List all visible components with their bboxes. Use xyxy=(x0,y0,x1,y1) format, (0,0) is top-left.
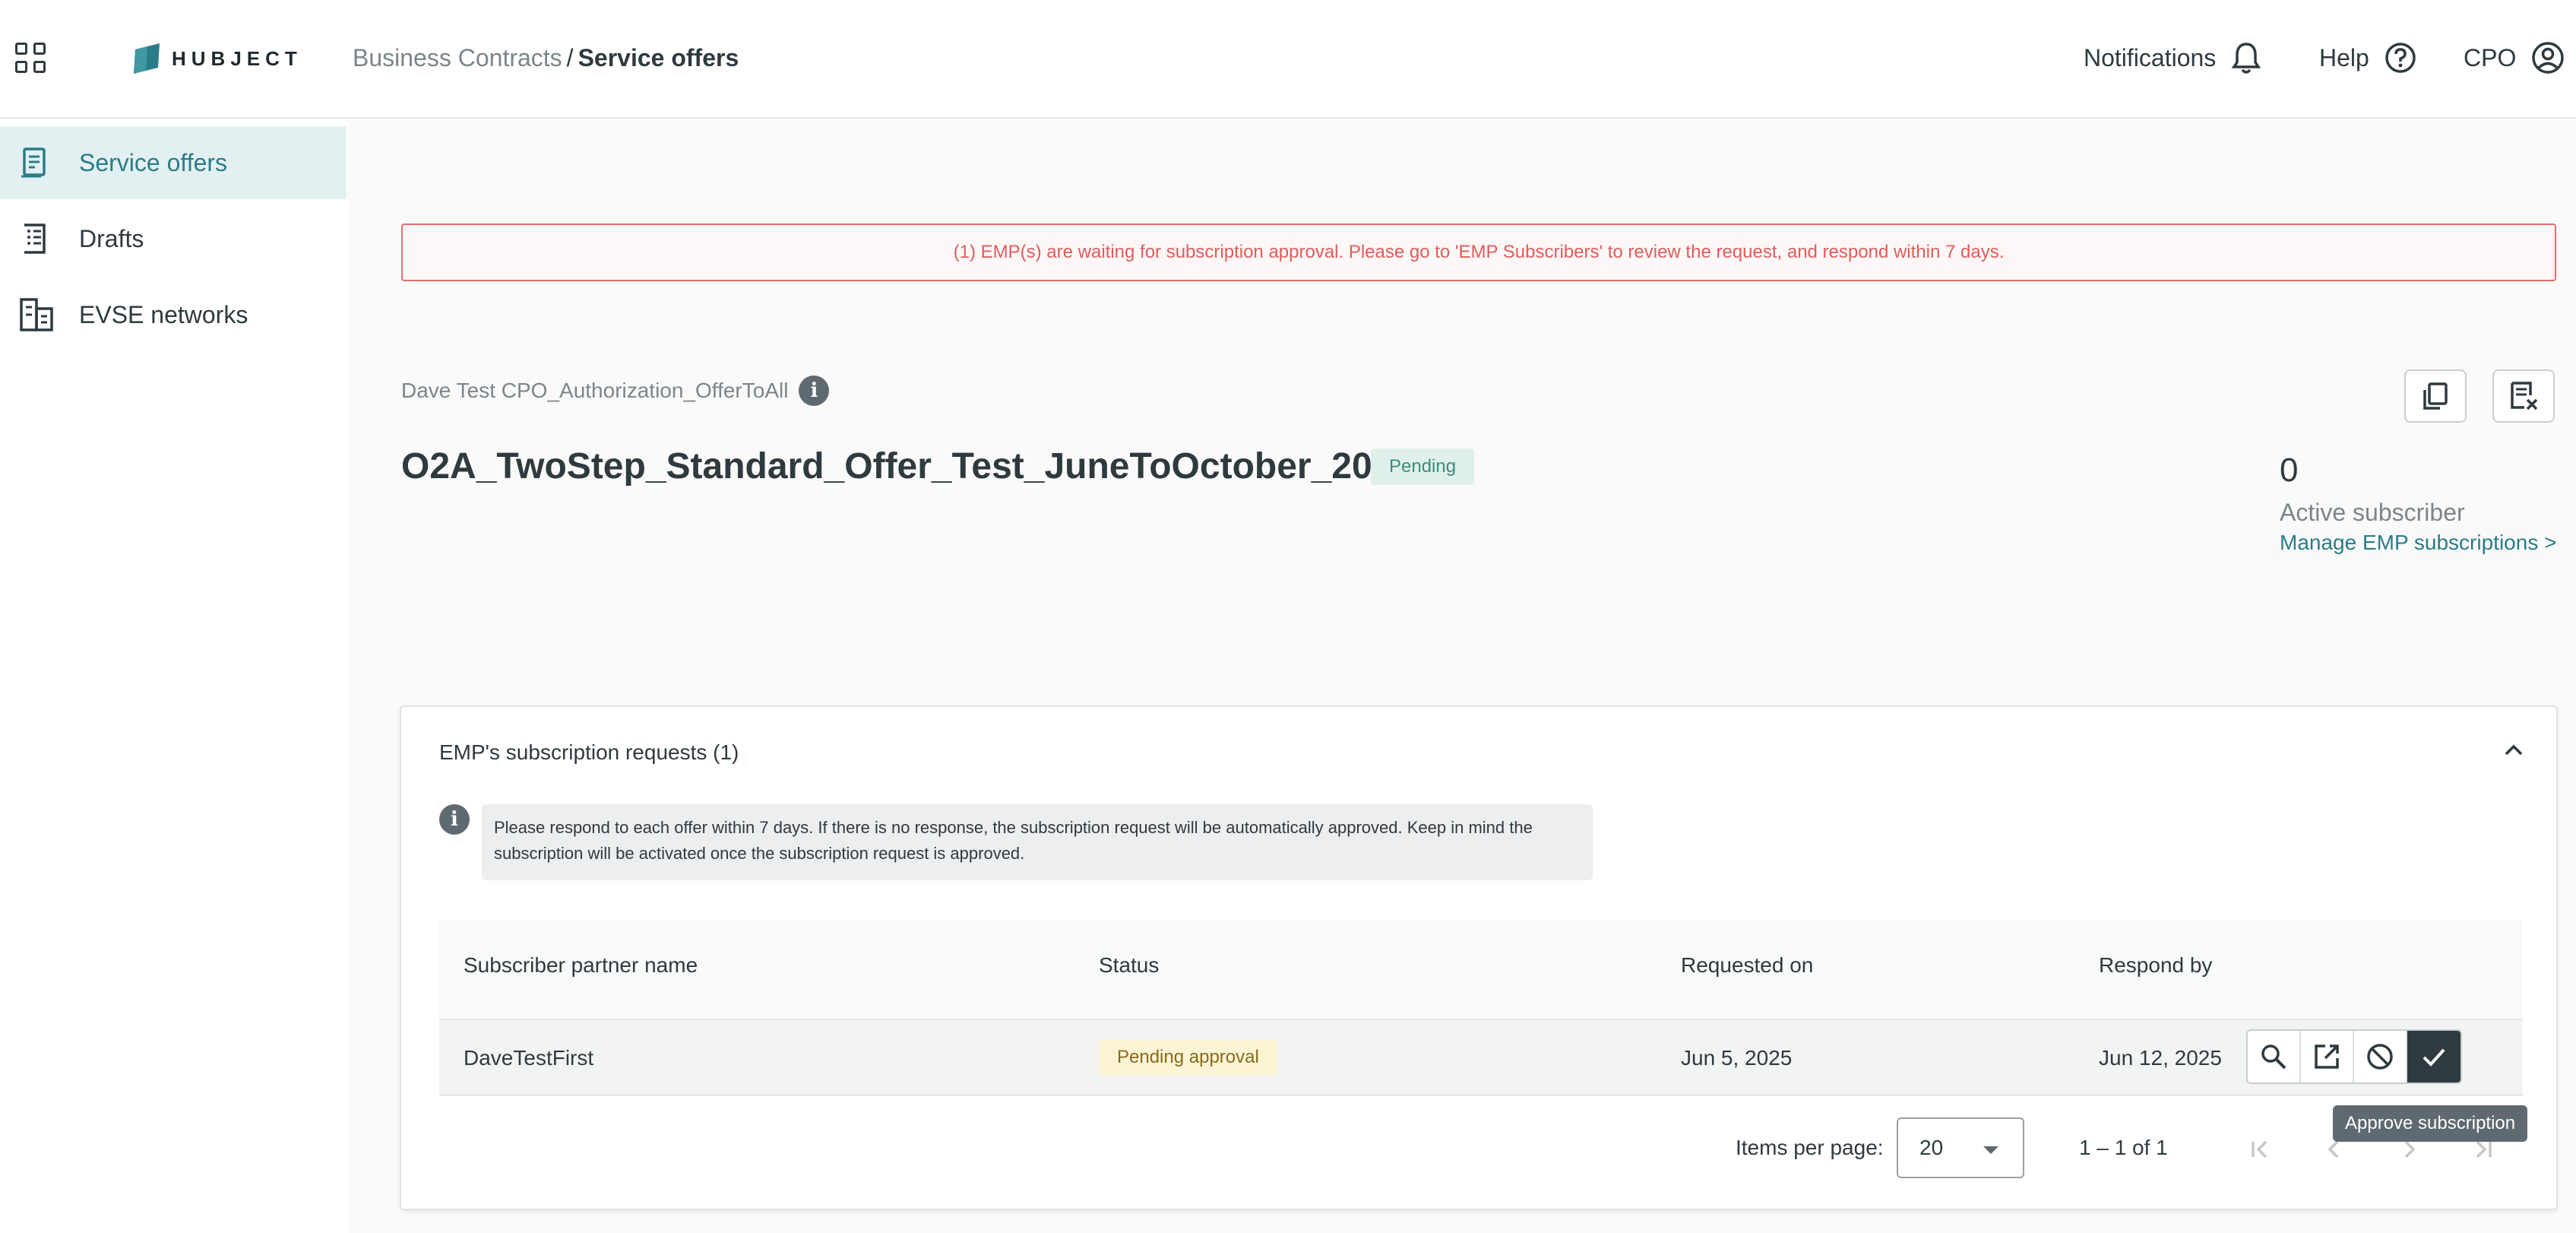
info-icon: i xyxy=(439,804,470,835)
breadcrumb-parent[interactable]: Business Contracts xyxy=(353,44,562,71)
subscription-requests-panel: EMP's subscription requests (1) i Please… xyxy=(400,705,2558,1210)
manage-subscriptions-link[interactable]: Manage EMP subscriptions > xyxy=(2280,531,2556,555)
breadcrumb-separator: / xyxy=(566,44,574,71)
approve-tooltip: Approve subscription xyxy=(2333,1105,2528,1142)
search-icon xyxy=(2261,1044,2286,1070)
block-icon xyxy=(2367,1044,2393,1070)
column-header-status[interactable]: Status xyxy=(1099,953,1159,978)
user-menu-button[interactable]: CPO xyxy=(2464,40,2565,76)
sidebar: Service offers Drafts EVSE networks xyxy=(0,120,348,1233)
drafts-icon xyxy=(24,223,46,254)
sidebar-item-evse-networks[interactable]: EVSE networks xyxy=(0,278,347,351)
pagination-range: 1 – 1 of 1 xyxy=(2079,1136,2168,1159)
row-actions xyxy=(2246,1029,2462,1084)
sidebar-item-service-offers[interactable]: Service offers xyxy=(0,126,347,199)
open-in-new-icon xyxy=(2315,1044,2339,1069)
cell-respond: Jun 12, 2025 xyxy=(2099,1046,2222,1070)
account-icon xyxy=(2532,42,2565,74)
help-icon xyxy=(2385,43,2416,73)
active-subscriber-label: Active subscriber xyxy=(2280,499,2465,526)
breadcrumb: Business Contracts / Service offers xyxy=(353,43,739,73)
notifications-button[interactable]: Notifications xyxy=(2084,40,2261,76)
cell-requested: Jun 5, 2025 xyxy=(1681,1046,1793,1070)
bell-icon xyxy=(2232,43,2261,74)
sidebar-item-label: Service offers xyxy=(79,148,228,176)
check-icon xyxy=(2423,1048,2445,1067)
help-label: Help xyxy=(2319,43,2369,71)
withdraw-offer-button[interactable] xyxy=(2492,369,2555,423)
approve-button[interactable] xyxy=(2407,1031,2460,1082)
offer-title: O2A_TwoStep_Standard_Offer_Test_JuneToOc… xyxy=(401,446,1413,487)
notifications-label: Notifications xyxy=(2084,43,2217,71)
info-message: Please respond to each offer within 7 da… xyxy=(482,804,1593,880)
logo-text: HUBJECT xyxy=(172,46,302,70)
building-icon xyxy=(20,298,53,331)
help-button[interactable]: Help xyxy=(2319,40,2416,76)
organization-name: Dave Test CPO_Authorization_OfferToAll i xyxy=(401,376,830,406)
open-external-button[interactable] xyxy=(2301,1031,2354,1082)
sidebar-item-label: Drafts xyxy=(79,224,144,252)
items-per-page-select[interactable]: 20 xyxy=(1897,1117,2024,1178)
apps-grid-icon[interactable] xyxy=(15,43,46,73)
status-badge: Pending approval xyxy=(1099,1040,1277,1075)
column-header-requested[interactable]: Requested on xyxy=(1681,953,1813,978)
first-page-icon[interactable] xyxy=(2246,1136,2274,1163)
document-icon xyxy=(21,147,46,178)
panel-title: EMP's subscription requests (1) xyxy=(439,740,739,764)
sidebar-item-drafts[interactable]: Drafts xyxy=(0,202,347,275)
requests-table: Subscriber partner name Status Requested… xyxy=(439,920,2523,1096)
items-per-page-label: Items per page: xyxy=(1736,1136,1884,1159)
document-cancel-icon xyxy=(2511,382,2538,410)
sidebar-item-label: EVSE networks xyxy=(79,300,248,328)
pagination: Items per page: 20 1 – 1 of 1 xyxy=(401,1117,2559,1181)
user-label: CPO xyxy=(2464,43,2517,71)
approval-alert: (1) EMP(s) are waiting for subscription … xyxy=(401,223,2556,281)
active-subscriber-count: 0 xyxy=(2280,452,2299,489)
chevron-up-icon[interactable] xyxy=(2502,740,2526,759)
table-row[interactable]: DaveTestFirst Pending approval Jun 5, 20… xyxy=(439,1019,2523,1096)
table-header: Subscriber partner name Status Requested… xyxy=(439,920,2523,1019)
status-badge: Pending xyxy=(1371,449,1475,485)
column-header-respond[interactable]: Respond by xyxy=(2099,953,2212,978)
logo-mark-icon xyxy=(134,43,160,74)
top-header: HUBJECT Business Contracts / Service offer… xyxy=(0,0,2576,119)
view-button[interactable] xyxy=(2248,1031,2301,1082)
dropdown-caret-icon xyxy=(1983,1146,1998,1154)
organization-label: Dave Test CPO_Authorization_OfferToAll xyxy=(401,379,789,402)
info-icon[interactable]: i xyxy=(799,376,830,406)
alert-text: (1) EMP(s) are waiting for subscription … xyxy=(953,242,2005,262)
copy-icon xyxy=(2423,382,2448,410)
breadcrumb-current: Service offers xyxy=(578,44,739,71)
items-per-page-value: 20 xyxy=(1919,1136,1944,1159)
column-header-partner[interactable]: Subscriber partner name xyxy=(464,953,698,978)
cell-partner: DaveTestFirst xyxy=(464,1046,594,1070)
hubject-logo[interactable]: HUBJECT xyxy=(132,41,302,76)
reject-button[interactable] xyxy=(2354,1031,2407,1082)
duplicate-offer-button[interactable] xyxy=(2404,369,2467,423)
